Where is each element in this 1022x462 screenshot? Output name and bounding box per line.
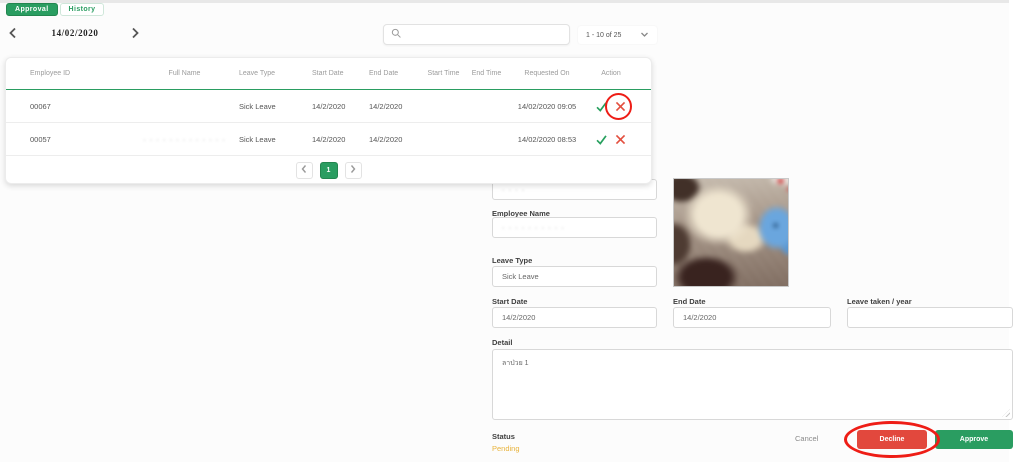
detail-textarea[interactable]: ลาป่วย 1 <box>492 349 1013 420</box>
current-date-label: 14/02/2020 <box>40 28 110 38</box>
prev-page-button[interactable] <box>296 162 313 179</box>
employee-name-value: · · · · · · · · · · <box>502 223 565 232</box>
col-end-time: End Time <box>467 70 506 77</box>
action-cell <box>588 90 634 122</box>
col-employee-id: Employee ID <box>30 70 130 77</box>
cell-start-date: 14/2/2020 <box>312 102 369 111</box>
table-header-row: Employee ID Full Name Leave Type Start D… <box>6 58 651 90</box>
tab-history[interactable]: History <box>60 3 105 16</box>
search-input[interactable] <box>406 30 562 39</box>
approve-button[interactable]: Approve <box>935 430 1013 449</box>
next-page-button[interactable] <box>345 162 362 179</box>
chevron-right-icon <box>130 26 140 44</box>
tab-approval[interactable]: Approval <box>6 3 58 16</box>
employee-id-value: · · · · <box>502 185 525 194</box>
resize-handle-icon[interactable] <box>1002 409 1010 417</box>
col-leave-type: Leave Type <box>239 70 312 77</box>
cell-end-date: 14/2/2020 <box>369 102 420 111</box>
decline-x-icon[interactable] <box>614 100 627 113</box>
start-date-label: Start Date <box>492 297 527 306</box>
leave-taken-per-year-field[interactable] <box>847 307 1013 328</box>
top-divider <box>0 0 1009 3</box>
cell-start-date: 14/2/2020 <box>312 135 369 144</box>
search-icon <box>391 26 402 44</box>
table-pagination: 1 <box>6 155 651 185</box>
chevron-right-icon <box>349 161 357 179</box>
table-row[interactable]: 00067 Sick Leave 14/2/2020 14/2/2020 14/… <box>6 90 651 123</box>
cell-leave-type: Sick Leave <box>239 135 312 144</box>
approve-check-icon[interactable] <box>595 100 608 113</box>
chevron-left-icon <box>8 26 18 44</box>
attachment-photo-image <box>673 178 789 287</box>
cell-leave-type: Sick Leave <box>239 102 312 111</box>
start-date-value: 14/2/2020 <box>502 313 535 322</box>
end-date-field[interactable]: 14/2/2020 <box>673 307 831 328</box>
cell-end-date: 14/2/2020 <box>369 135 420 144</box>
decline-x-icon[interactable] <box>614 133 627 146</box>
tab-bar: Approval History <box>6 3 104 16</box>
page: Approval History 14/02/2020 1 - 10 of 25… <box>0 0 1022 462</box>
end-date-label: End Date <box>673 297 706 306</box>
leave-taken-per-year-label: Leave taken / year <box>847 297 912 306</box>
results-range-dropdown[interactable]: 1 - 10 of 25 <box>578 26 657 44</box>
cell-employee-id: 00057 <box>30 135 130 144</box>
leave-type-value: Sick Leave <box>502 272 539 281</box>
detail-label: Detail <box>492 338 512 347</box>
leave-type-field[interactable]: Sick Leave <box>492 266 657 287</box>
attachment-photo[interactable] <box>673 178 789 287</box>
end-date-value: 14/2/2020 <box>683 313 716 322</box>
employee-name-field[interactable]: · · · · · · · · · · <box>492 217 657 238</box>
search-bar <box>383 24 570 45</box>
cell-requested-on: 14/02/2020 09:05 <box>506 102 588 111</box>
leave-type-label: Leave Type <box>492 256 532 265</box>
next-date-button[interactable] <box>128 28 142 42</box>
col-end-date: End Date <box>369 70 420 77</box>
cell-employee-id: 00067 <box>30 102 130 111</box>
cell-full-name: · · · · · · · · · · · · · <box>130 135 239 144</box>
chevron-down-icon <box>640 31 649 40</box>
col-full-name: Full Name <box>130 70 239 77</box>
pending-requests-table-card: Employee ID Full Name Leave Type Start D… <box>5 57 652 184</box>
approve-check-icon[interactable] <box>595 133 608 146</box>
col-start-date: Start Date <box>312 70 369 77</box>
cell-requested-on: 14/02/2020 08:53 <box>506 135 588 144</box>
start-date-field[interactable]: 14/2/2020 <box>492 307 657 328</box>
page-number-button[interactable]: 1 <box>320 162 338 179</box>
status-label: Status <box>492 432 515 441</box>
results-range-label: 1 - 10 of 25 <box>586 32 621 39</box>
prev-date-button[interactable] <box>6 28 20 42</box>
table-row[interactable]: 00057 · · · · · · · · · · · · · Sick Lea… <box>6 123 651 156</box>
status-badge: Pending <box>492 444 520 453</box>
col-start-time: Start Time <box>420 70 467 77</box>
col-action: Action <box>588 70 634 77</box>
action-cell <box>588 123 634 155</box>
cancel-button[interactable]: Cancel <box>795 434 818 443</box>
decline-button[interactable]: Decline <box>857 430 927 449</box>
col-requested-on: Requested On <box>506 70 588 77</box>
detail-value: ลาป่วย 1 <box>502 360 529 367</box>
chevron-left-icon <box>300 161 308 179</box>
